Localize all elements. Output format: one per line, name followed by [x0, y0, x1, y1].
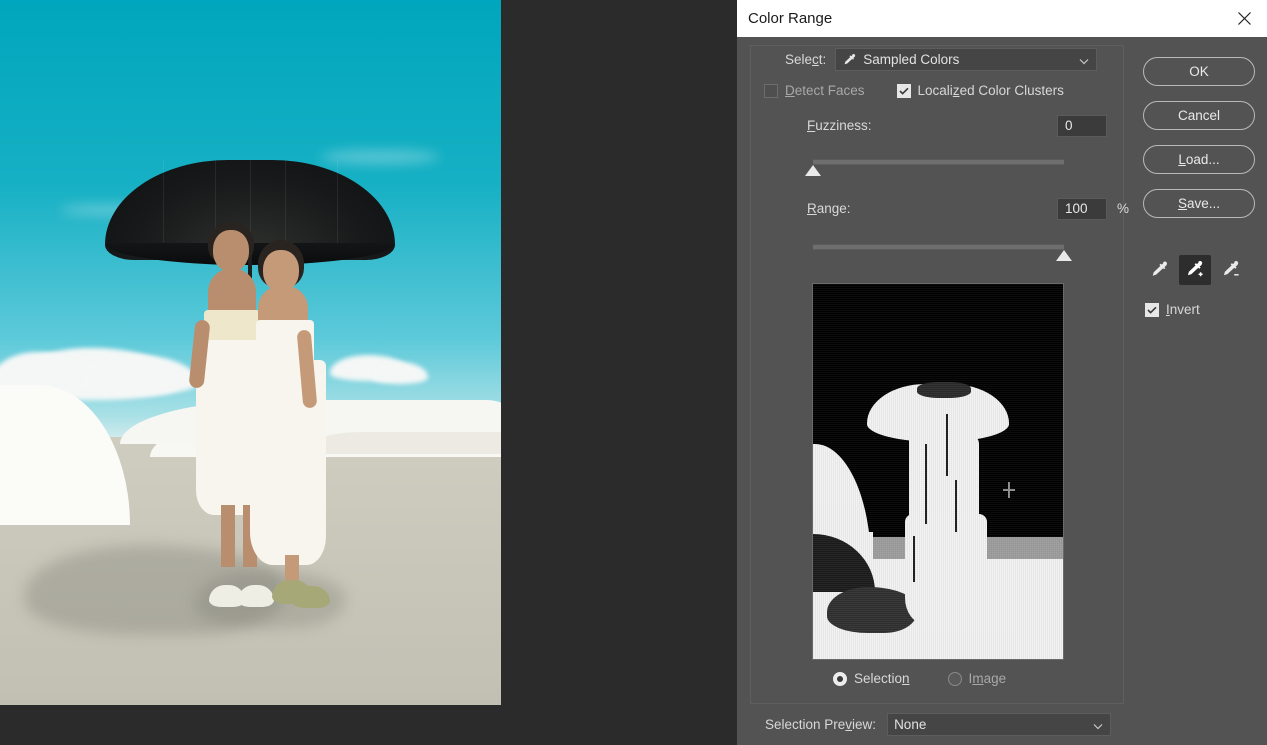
- radio-selection[interactable]: Selection: [833, 671, 910, 686]
- dialog-body: Select: Sampled Colors: [737, 37, 1267, 745]
- mask-artifact: [1008, 482, 1010, 498]
- range-row: Range: 100 %: [807, 201, 1097, 216]
- range-slider[interactable]: [813, 242, 1064, 260]
- mask-preview-canvas: [813, 284, 1063, 659]
- localized-color-clusters-label: Localized Color Clusters: [918, 83, 1064, 98]
- save-button[interactable]: Save...: [1143, 189, 1255, 218]
- eyedropper-toolbar: [1143, 255, 1255, 285]
- preview-mode-radios: Selection Image: [833, 671, 1006, 686]
- radio-selection-label: Selection: [854, 671, 910, 686]
- invert-checkbox[interactable]: Invert: [1145, 302, 1200, 317]
- mask-shadow: [827, 587, 917, 633]
- fuzziness-slider[interactable]: [813, 157, 1064, 175]
- document-photo[interactable]: [0, 0, 501, 705]
- checkbox-row: Detect Faces Localized Color Clusters: [764, 83, 1064, 98]
- mask-umbrella-dark: [917, 382, 971, 398]
- ok-button[interactable]: OK: [1143, 57, 1255, 86]
- range-label: Range:: [807, 201, 851, 216]
- workspace-canvas: [0, 0, 737, 745]
- fuzziness-input[interactable]: 0: [1057, 115, 1107, 137]
- select-value: Sampled Colors: [863, 52, 959, 67]
- app-root: Color Range Select: Sa: [0, 0, 1267, 745]
- mask-skirts: [905, 514, 987, 624]
- radio-image[interactable]: Image: [948, 671, 1007, 686]
- eyedropper-icon: [842, 53, 856, 67]
- eyedropper-icon[interactable]: [1143, 255, 1175, 285]
- cancel-button[interactable]: Cancel: [1143, 101, 1255, 130]
- photo-wall-edge: [300, 432, 501, 454]
- selection-preview-row: Selection Preview: None: [765, 713, 1111, 736]
- dialog-buttons: OK Cancel Load... Save...: [1143, 57, 1255, 233]
- mask-preview[interactable]: [812, 283, 1064, 660]
- chevron-down-icon: [1093, 717, 1103, 732]
- detect-faces-checkbox[interactable]: Detect Faces: [764, 83, 865, 98]
- selection-preview-value: None: [894, 717, 926, 732]
- fuzziness-row: Fuzziness: 0: [807, 118, 1097, 133]
- eyedropper-minus-icon[interactable]: [1215, 255, 1247, 285]
- range-unit: %: [1117, 201, 1129, 216]
- checkbox-box: [1145, 303, 1159, 317]
- photo-person-top: [204, 310, 260, 344]
- photo-person-shoe: [238, 585, 274, 607]
- photo-person-torso: [208, 268, 256, 316]
- mask-seam: [925, 444, 927, 524]
- radio-image-label: Image: [969, 671, 1007, 686]
- dialog-titlebar: Color Range: [737, 0, 1267, 37]
- slider-track: [813, 159, 1064, 164]
- slider-track: [813, 244, 1064, 249]
- localized-color-clusters-checkbox[interactable]: Localized Color Clusters: [897, 83, 1064, 98]
- photo-person2-shoe: [292, 586, 330, 608]
- fuzziness-label: Fuzziness:: [807, 118, 872, 133]
- radio-box: [948, 672, 962, 686]
- range-input[interactable]: 100: [1057, 198, 1107, 220]
- select-dropdown[interactable]: Sampled Colors: [835, 48, 1097, 71]
- detect-faces-label: Detect Faces: [785, 83, 865, 98]
- selection-preview-dropdown[interactable]: None: [887, 713, 1111, 736]
- photo-person-leg: [221, 505, 235, 567]
- photo-person-face: [213, 230, 249, 272]
- range-value: 100: [1065, 201, 1088, 216]
- checkbox-box: [897, 84, 911, 98]
- load-button[interactable]: Load...: [1143, 145, 1255, 174]
- slider-thumb[interactable]: [1056, 250, 1072, 261]
- dialog-title: Color Range: [748, 10, 832, 27]
- mask-seam: [913, 536, 915, 582]
- select-row: Select: Sampled Colors: [785, 48, 1097, 71]
- radio-box: [833, 672, 847, 686]
- fuzziness-value: 0: [1065, 118, 1073, 133]
- mask-seam: [955, 480, 957, 532]
- eyedropper-plus-icon[interactable]: [1179, 255, 1211, 285]
- mask-seam: [946, 414, 948, 476]
- color-range-dialog: Color Range Select: Sa: [737, 0, 1267, 745]
- slider-thumb[interactable]: [805, 165, 821, 176]
- chevron-down-icon: [1079, 52, 1089, 67]
- cloud-wisp: [320, 150, 440, 164]
- select-label: Select:: [785, 52, 826, 67]
- invert-label: Invert: [1166, 302, 1200, 317]
- close-icon[interactable]: [1221, 0, 1267, 37]
- checkbox-box: [764, 84, 778, 98]
- selection-preview-label: Selection Preview:: [765, 717, 876, 732]
